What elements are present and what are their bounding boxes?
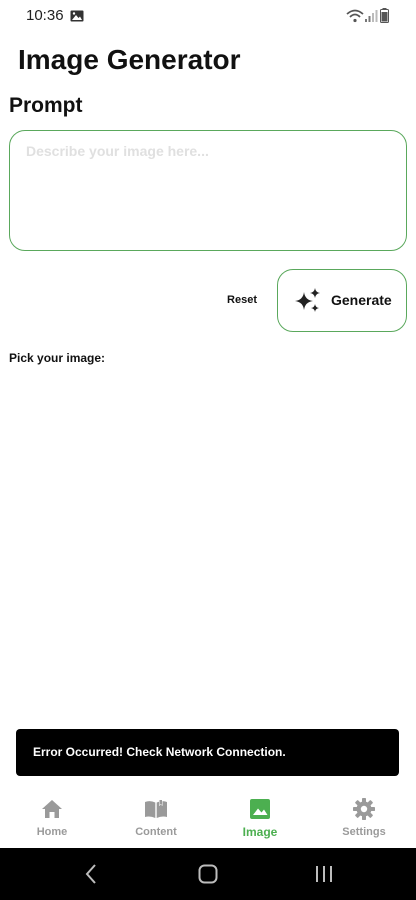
nav-label-home: Home [36,826,68,838]
nav-item-settings[interactable]: Settings [312,787,416,848]
nav-label-image: Image [242,825,278,839]
page-title: Image Generator [18,44,241,75]
generate-button[interactable]: Generate [277,269,407,332]
sparkle-icon [295,288,320,312]
recent-apps-icon[interactable] [312,862,336,886]
status-time: 10:36 [26,7,64,24]
error-snackbar: Error Occurred! Check Network Connection… [16,729,399,776]
snackbar-message: Error Occurred! Check Network Connection… [33,745,286,759]
image-icon [250,799,270,819]
reset-button[interactable]: Reset [216,288,268,312]
back-icon[interactable] [80,862,104,886]
battery-icon [380,8,389,23]
gallery-notification-icon [70,10,84,22]
prompt-field[interactable] [9,130,407,251]
bottom-navigation: Home Content Image Settings [0,787,416,848]
book-icon [145,800,167,818]
status-bar: 10:36 [0,0,416,32]
signal-icon [365,10,378,22]
generate-label: Generate [331,292,392,308]
nav-label-content: Content [135,826,177,838]
pick-image-label: Pick your image: [9,351,106,365]
prompt-input[interactable] [26,143,386,239]
screen: 10:36 Image Generator Prompt Reset [0,0,416,900]
gear-icon [353,798,375,820]
home-icon [42,800,62,818]
nav-item-home[interactable]: Home [0,787,104,848]
nav-item-image[interactable]: Image [208,787,312,848]
prompt-heading: Prompt [9,94,83,117]
nav-label-settings: Settings [342,826,386,838]
nav-item-content[interactable]: Content [104,787,208,848]
home-button-icon[interactable] [196,862,220,886]
system-navigation-bar [0,848,416,900]
wifi-icon [346,9,364,23]
